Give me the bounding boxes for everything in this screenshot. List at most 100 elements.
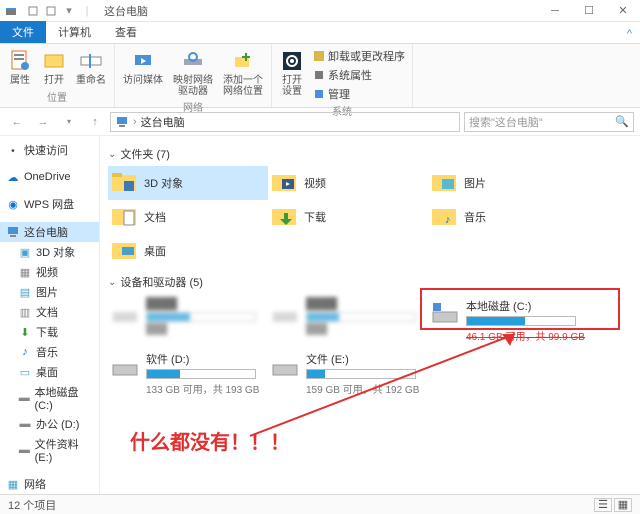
desktop-icon: ▭: [18, 365, 32, 379]
folder-icon: [110, 203, 138, 231]
ribbon-collapse-icon[interactable]: ^: [619, 25, 640, 43]
folder-icon: ♪: [430, 203, 458, 231]
drive-icon: ▬: [18, 391, 31, 405]
recent-dropdown-icon[interactable]: ▾: [58, 111, 80, 133]
up-button[interactable]: ↑: [84, 111, 106, 133]
view-details-button[interactable]: ☰: [594, 498, 612, 512]
sidebar-wps[interactable]: ◉WPS 网盘: [0, 194, 99, 214]
sidebar-videos[interactable]: ▦视频: [0, 262, 99, 282]
pc-icon: [6, 225, 20, 239]
sidebar-documents[interactable]: ▥文档: [0, 302, 99, 322]
open-icon: [42, 49, 66, 73]
drive-blurred-2[interactable]: ███████: [268, 294, 428, 347]
divider-icon: |: [80, 4, 94, 18]
sidebar-quick-access[interactable]: ⋆快速访问: [0, 140, 99, 160]
address-bar: ← → ▾ ↑ › 这台电脑 搜索"这台电脑" 🔍: [0, 108, 640, 136]
sidebar-this-pc[interactable]: 这台电脑: [0, 222, 99, 242]
sidebar-disk-e[interactable]: ▬文件资料 (E:): [0, 434, 99, 466]
content-pane: 文件夹 (7) 3D 对象 视频 图片 文档 下载 ♪音乐 桌面 设备和驱动器 …: [100, 136, 640, 496]
folder-icon: [270, 203, 298, 231]
open-settings-button[interactable]: 打开 设置: [278, 47, 306, 103]
sidebar-onedrive[interactable]: ☁OneDrive: [0, 168, 99, 186]
manage-button[interactable]: 管理: [312, 85, 406, 103]
annotation-text: 什么都没有！！！: [130, 426, 290, 455]
music-icon: ♪: [18, 345, 32, 359]
sidebar-music[interactable]: ♪音乐: [0, 342, 99, 362]
folders-header[interactable]: 文件夹 (7): [108, 146, 632, 162]
address-input[interactable]: › 这台电脑: [110, 112, 460, 132]
sidebar-network[interactable]: ▦网络: [0, 474, 99, 494]
video-icon: ▦: [18, 265, 32, 279]
ribbon-group-location: 属性 打开 重命名 位置: [0, 44, 115, 107]
window-title: 这台电脑: [104, 3, 148, 19]
star-icon: ⋆: [6, 143, 20, 157]
map-drive-button[interactable]: 映射网络 驱动器: [171, 47, 215, 99]
ribbon-group-network: 访问媒体 映射网络 驱动器 添加一个 网络位置 网络: [115, 44, 272, 107]
minimize-button[interactable]: ─: [538, 0, 572, 22]
item-count: 12 个项目: [8, 497, 56, 513]
sidebar-disk-c[interactable]: ▬本地磁盘 (C:): [0, 382, 99, 414]
folder-icon: [430, 169, 458, 197]
drive-blurred-1[interactable]: ███████: [108, 294, 268, 347]
drive-icon: [110, 298, 140, 328]
uninstall-button[interactable]: 卸载或更改程序: [312, 47, 406, 65]
sidebar-pictures[interactable]: ▤图片: [0, 282, 99, 302]
open-button[interactable]: 打开: [40, 47, 68, 88]
sidebar-3d-objects[interactable]: ▣3D 对象: [0, 242, 99, 262]
tab-file[interactable]: 文件: [0, 21, 46, 43]
tab-computer[interactable]: 计算机: [46, 21, 103, 43]
folder-documents[interactable]: 文档: [108, 200, 268, 234]
folder-music[interactable]: ♪音乐: [428, 200, 588, 234]
properties-button[interactable]: 属性: [6, 47, 34, 88]
properties-icon: [8, 49, 32, 73]
ribbon-tabs: 文件 计算机 查看 ^: [0, 22, 640, 44]
tab-view[interactable]: 查看: [103, 21, 149, 43]
drives-header[interactable]: 设备和驱动器 (5): [108, 274, 632, 290]
pc-icon: [115, 115, 129, 129]
search-input[interactable]: 搜索"这台电脑" 🔍: [464, 112, 634, 132]
doc-icon: ▥: [18, 305, 32, 319]
drive-d[interactable]: 软件 (D:)133 GB 可用，共 193 GB: [108, 347, 268, 400]
folder-downloads[interactable]: 下载: [268, 200, 428, 234]
add-network-icon: [231, 49, 255, 73]
forward-button[interactable]: →: [32, 111, 54, 133]
system-props-button[interactable]: 系统属性: [312, 66, 406, 84]
map-drive-icon: [181, 49, 205, 73]
app-icon: [4, 4, 18, 18]
drive-c[interactable]: 本地磁盘 (C:)46.1 GB 可用，共 99.9 GB: [428, 294, 588, 347]
maximize-button[interactable]: ☐: [572, 0, 606, 22]
folder-videos[interactable]: 视频: [268, 166, 428, 200]
media-icon: [131, 49, 155, 73]
drive-icon: ▬: [18, 443, 31, 457]
folder-icon: [110, 169, 138, 197]
drive-icon: [430, 298, 460, 328]
sidebar-downloads[interactable]: ⬇下载: [0, 322, 99, 342]
qat-btn[interactable]: [44, 4, 58, 18]
drive-icon: [110, 351, 140, 381]
qat-dropdown-icon[interactable]: ▾: [62, 4, 76, 18]
ribbon: 属性 打开 重命名 位置 访问媒体 映射网络 驱动器: [0, 44, 640, 108]
access-media-button[interactable]: 访问媒体: [121, 47, 165, 99]
folder-3d-objects[interactable]: 3D 对象: [108, 166, 268, 200]
cloud-icon: ☁: [6, 170, 20, 184]
qat-btn[interactable]: [26, 4, 40, 18]
view-icons-button[interactable]: ▦: [614, 498, 632, 512]
cube-icon: ▣: [18, 245, 32, 259]
close-button[interactable]: ✕: [606, 0, 640, 22]
drive-e[interactable]: 文件 (E:)159 GB 可用，共 192 GB: [268, 347, 428, 400]
folder-desktop[interactable]: 桌面: [108, 234, 268, 268]
back-button[interactable]: ←: [6, 111, 28, 133]
title-bar: ▾ | 这台电脑 ─ ☐ ✕: [0, 0, 640, 22]
sidebar-desktop[interactable]: ▭桌面: [0, 362, 99, 382]
rename-icon: [79, 49, 103, 73]
quick-access-toolbar: ▾ |: [22, 4, 98, 18]
picture-icon: ▤: [18, 285, 32, 299]
settings-icon: [280, 49, 304, 73]
folder-pictures[interactable]: 图片: [428, 166, 588, 200]
drive-icon: [270, 298, 300, 328]
sidebar-disk-d[interactable]: ▬办公 (D:): [0, 414, 99, 434]
sidebar: ⋆快速访问 ☁OneDrive ◉WPS 网盘 这台电脑 ▣3D 对象 ▦视频 …: [0, 136, 100, 496]
rename-button[interactable]: 重命名: [74, 47, 108, 88]
add-network-button[interactable]: 添加一个 网络位置: [221, 47, 265, 99]
drive-icon: [270, 351, 300, 381]
